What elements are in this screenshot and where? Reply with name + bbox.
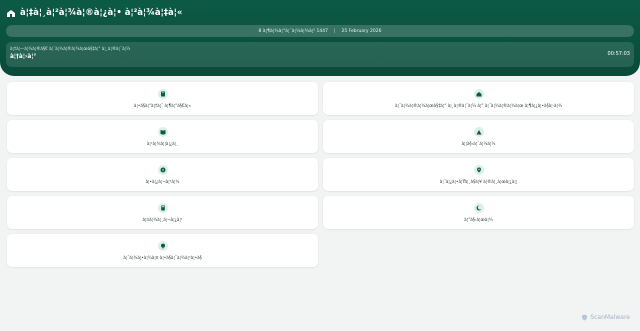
- menu-card-label: à¦¨à¦¿à¦•à¦Ÿà¦¸à§à¦¥ à¦®à¦¸à¦œà¦¿à¦¦: [439, 179, 518, 184]
- date-bar: 8 à¦¶à¦¾à¦“à¦¯à¦¼à¦¾à¦² 1447 | 25 Februa…: [6, 25, 634, 37]
- prayer-countdown: 00:57:03: [607, 51, 630, 57]
- menu-card-prayer[interactable]: à¦¨à¦¾à¦®à¦¾à¦œà§‡à¦° à¦¸à¦®à¦¯à¦¼ à¦“ à…: [323, 82, 634, 115]
- menu-card-label: à¦•à§à¦°à¦†à¦¨ à¦¶à¦°à§€à¦«: [133, 103, 192, 108]
- menu-card-hadith[interactable]: à¦¹à¦¾à¦¦à¦¿à¦¸: [7, 120, 318, 153]
- menu-card-dua[interactable]: à¦¦à§‹à¦¯à¦¼à¦¾: [323, 120, 634, 153]
- menu-card-tasbih[interactable]: à¦¤à¦¾à¦¸à¦¬à¦¿à¦¹: [7, 196, 318, 229]
- watermark: ScanMalware: [581, 314, 630, 321]
- date-separator: |: [333, 28, 336, 34]
- mosque-icon: [473, 89, 484, 99]
- menu-card-label: à¦•à¦¿à¦¬à¦²à¦¾: [145, 179, 180, 184]
- menu-card-label: à¦¦à§‹à¦¯à¦¼à¦¾: [461, 141, 496, 146]
- crescent-icon: [473, 203, 484, 213]
- gregorian-date: 25 February 2026: [341, 28, 382, 34]
- book-icon: [157, 127, 168, 137]
- mosque-icon: [6, 9, 16, 18]
- menu-card-label: à¦¨à¦¾à¦®à¦¾à¦œà§‡à¦° à¦¸à¦®à¦¯à¦¼ à¦“ à…: [394, 103, 563, 108]
- menu-card-label: à¦¤à¦¾à¦¸à¦¬à¦¿à¦¹: [142, 217, 183, 222]
- watermark-text: ScanMalware: [590, 314, 630, 321]
- quran-icon: [157, 89, 168, 99]
- next-prayer-label: à¦†à¦—à¦¾à¦®à§€ à¦¨à¦¾à¦®à¦¾à¦œà§‡à¦° à¦…: [10, 46, 131, 51]
- menu-card-label: à¦°à§‹à¦œà¦¾: [464, 217, 493, 222]
- menu-card-fasting[interactable]: à¦°à§‹à¦œà¦¾: [323, 196, 634, 229]
- app-title: à¦‡à¦¸à¦²à¦¾à¦®à¦¿à¦• à¦²à¦¾à¦‡à¦«: [6, 6, 182, 20]
- menu-card-label: à¦¯à¦¾à¦•à¦¾à¦¤ à¦•à§à¦¯à¦¾à¦²à¦•à§: [123, 255, 202, 260]
- counter-icon: [157, 203, 168, 213]
- app-title-text: à¦‡à¦¸à¦²à¦¾à¦®à¦¿à¦• à¦²à¦¾à¦‡à¦«: [20, 8, 183, 18]
- app-header: à¦‡à¦¸à¦²à¦¾à¦®à¦¿à¦• à¦²à¦¾à¦‡à¦« 8 à¦¶…: [0, 0, 640, 76]
- hijri-date: 8 à¦¶à¦¾à¦“à¦¯à¦¼à¦¾à¦² 1447: [258, 28, 328, 34]
- menu-card-nearby-mosque[interactable]: à¦¨à¦¿à¦•à¦Ÿà¦¸à§à¦¥ à¦®à¦¸à¦œà¦¿à¦¦: [323, 158, 634, 191]
- menu-card-zakat[interactable]: à¦¯à¦¾à¦•à¦¾à¦¤ à¦•à§à¦¯à¦¾à¦²à¦•à§: [7, 234, 318, 267]
- next-prayer-card[interactable]: à¦†à¦—à¦¾à¦®à§€ à¦¨à¦¾à¦®à¦¾à¦œà§‡à¦° à¦…: [6, 42, 634, 67]
- menu-card-label: à¦¹à¦¾à¦¦à¦¿à¦¸: [146, 141, 179, 146]
- mountain-icon: [473, 127, 484, 137]
- menu-card-qibla[interactable]: à¦•à¦¿à¦¬à¦²à¦¾: [7, 158, 318, 191]
- location-pin-icon: [473, 165, 484, 175]
- menu-card-quran[interactable]: à¦•à§à¦°à¦†à¦¨ à¦¶à¦°à§€à¦«: [7, 82, 318, 115]
- zakat-icon: [157, 241, 168, 251]
- next-prayer-name: à¦†à¦›à¦°: [10, 54, 37, 60]
- shield-icon: [581, 314, 588, 321]
- compass-icon: [157, 165, 168, 175]
- feature-grid: à¦•à§à¦°à¦†à¦¨ à¦¶à¦°à§€à¦« à¦¨à¦¾à¦®à¦¾…: [7, 82, 634, 267]
